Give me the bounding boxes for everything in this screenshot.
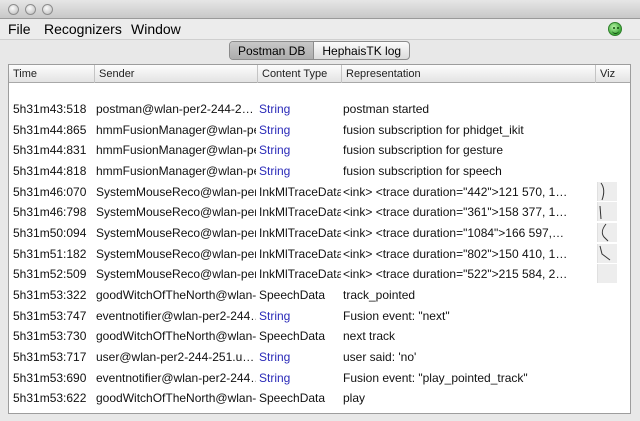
cell-representation: <ink> <trace duration="1084">166 597,… <box>343 226 565 240</box>
table-row[interactable]: 5h31m50:094 SystemMouseReco@wlan-per… In… <box>9 222 630 242</box>
table-row[interactable]: 5h31m53:690 eventnotifier@wlan-per2-244…… <box>9 367 630 387</box>
cell-sender: SystemMouseReco@wlan-per… <box>96 226 256 240</box>
cell-representation: fusion subscription for speech <box>343 164 502 178</box>
column-header-time[interactable]: Time <box>9 65 95 83</box>
tab-postman-db[interactable]: Postman DB <box>230 42 315 59</box>
menu-window[interactable]: Window <box>131 21 181 37</box>
cell-time: 5h31m53:690 <box>13 371 87 385</box>
cell-content-type: SpeechData <box>259 288 326 302</box>
cell-representation: <ink> <trace duration="802">150 410, 1… <box>343 247 568 261</box>
cell-sender: hmmFusionManager@wlan-pe… <box>96 143 256 157</box>
zoom-window-icon[interactable] <box>42 4 53 15</box>
cell-content-type: InkMlTraceData <box>259 247 341 261</box>
cell-time: 5h31m51:182 <box>13 247 87 261</box>
menu-recognizers[interactable]: Recognizers <box>44 21 122 37</box>
cell-time: 5h31m44:818 <box>13 164 87 178</box>
tab-group: Postman DB HephaisTK log <box>229 41 411 60</box>
table-row[interactable]: 5h31m52:509 SystemMouseReco@wlan-per… In… <box>9 263 630 283</box>
cell-sender: eventnotifier@wlan-per2-244… <box>96 371 256 385</box>
ink-trace-thumbnail-icon <box>597 244 617 263</box>
ink-trace-thumbnail-icon <box>597 182 617 201</box>
cell-time: 5h31m43:518 <box>13 102 87 116</box>
ink-trace-thumbnail-icon <box>597 202 617 221</box>
table-row[interactable]: 5h31m53:730 goodWitchOfTheNorth@wlan-… S… <box>9 325 630 345</box>
cell-sender: goodWitchOfTheNorth@wlan-… <box>96 288 256 302</box>
window-title-bar <box>0 0 640 19</box>
cell-content-type: InkMlTraceData <box>259 205 341 219</box>
cell-representation: play <box>343 391 366 405</box>
cell-content-type: SpeechData <box>259 391 326 405</box>
cell-time: 5h31m53:747 <box>13 309 87 323</box>
cell-content-type: String <box>259 143 291 157</box>
cell-sender: user@wlan-per2-244-251.u… <box>96 350 255 364</box>
cell-sender: eventnotifier@wlan-per2-244… <box>96 309 256 323</box>
table-row[interactable]: 5h31m44:865 hmmFusionManager@wlan-pe… St… <box>9 119 630 139</box>
cell-sender: hmmFusionManager@wlan-pe… <box>96 164 256 178</box>
ink-trace-thumbnail-icon <box>597 264 617 283</box>
cell-content-type: String <box>259 350 291 364</box>
ink-trace-thumbnail-icon <box>597 223 617 242</box>
close-window-icon[interactable] <box>8 4 19 15</box>
menu-bar: File Recognizers Window <box>0 19 640 40</box>
cell-sender: SystemMouseReco@wlan-per… <box>96 267 256 281</box>
menu-file[interactable]: File <box>8 21 31 37</box>
cell-representation: fusion subscription for phidget_ikit <box>343 123 524 137</box>
table-header: Time Sender Content Type Representation … <box>9 65 630 83</box>
cell-content-type: InkMlTraceData <box>259 226 341 240</box>
cell-representation: Fusion event: "next" <box>343 309 450 323</box>
cell-time: 5h31m46:798 <box>13 205 87 219</box>
column-header-sender[interactable]: Sender <box>95 65 258 83</box>
cell-time: 5h31m53:730 <box>13 329 87 343</box>
cell-time: 5h31m53:622 <box>13 391 87 405</box>
cell-representation: fusion subscription for gesture <box>343 143 504 157</box>
cell-representation: track_pointed <box>343 288 416 302</box>
table-row[interactable]: 5h31m53:747 eventnotifier@wlan-per2-244…… <box>9 305 630 325</box>
column-header-content-type[interactable]: Content Type <box>258 65 342 83</box>
table-row[interactable]: 5h31m51:182 SystemMouseReco@wlan-per… In… <box>9 243 630 263</box>
table-row[interactable]: 5h31m43:518 postman@wlan-per2-244-2… Str… <box>9 98 630 118</box>
table-row[interactable]: 5h31m53:622 goodWitchOfTheNorth@wlan-… S… <box>9 387 630 407</box>
cell-content-type: String <box>259 164 291 178</box>
cell-time: 5h31m44:831 <box>13 143 87 157</box>
cell-representation: Fusion event: "play_pointed_track" <box>343 371 528 385</box>
messages-table: Time Sender Content Type Representation … <box>8 64 631 414</box>
table-row[interactable]: 5h31m44:831 hmmFusionManager@wlan-pe… St… <box>9 139 630 159</box>
cell-time: 5h31m46:070 <box>13 185 87 199</box>
cell-representation: postman started <box>343 102 430 116</box>
cell-sender: goodWitchOfTheNorth@wlan-… <box>96 329 256 343</box>
column-header-viz[interactable]: Viz <box>596 65 630 83</box>
cell-sender: hmmFusionManager@wlan-pe… <box>96 123 256 137</box>
cell-representation: <ink> <trace duration="522">215 584, 2… <box>343 267 568 281</box>
cell-sender: SystemMouseReco@wlan-per… <box>96 205 256 219</box>
table-row[interactable]: 5h31m53:717 user@wlan-per2-244-251.u… St… <box>9 346 630 366</box>
cell-sender: SystemMouseReco@wlan-per… <box>96 185 256 199</box>
cell-representation: <ink> <trace duration="361">158 377, 1… <box>343 205 568 219</box>
column-header-representation[interactable]: Representation <box>342 65 596 83</box>
cell-time: 5h31m53:322 <box>13 288 87 302</box>
table-row[interactable]: 5h31m46:798 SystemMouseReco@wlan-per… In… <box>9 201 630 221</box>
cell-sender: postman@wlan-per2-244-2… <box>96 102 254 116</box>
table-row[interactable]: 5h31m44:818 hmmFusionManager@wlan-pe… St… <box>9 160 630 180</box>
cell-time: 5h31m52:509 <box>13 267 87 281</box>
cell-time: 5h31m44:865 <box>13 123 87 137</box>
cell-time: 5h31m53:717 <box>13 350 87 364</box>
cell-content-type: InkMlTraceData <box>259 267 341 281</box>
cell-content-type: String <box>259 102 291 116</box>
cell-representation: <ink> <trace duration="442">121 570, 1… <box>343 185 568 199</box>
cell-sender: SystemMouseReco@wlan-per… <box>96 247 256 261</box>
cell-representation: next track <box>343 329 396 343</box>
cell-content-type: String <box>259 371 291 385</box>
cell-content-type: InkMlTraceData <box>259 185 341 199</box>
cell-representation: user said: 'no' <box>343 350 417 364</box>
smiley-status-icon <box>608 22 622 36</box>
minimize-window-icon[interactable] <box>25 4 36 15</box>
cell-content-type: SpeechData <box>259 329 326 343</box>
table-row[interactable]: 5h31m53:322 goodWitchOfTheNorth@wlan-… S… <box>9 284 630 304</box>
cell-time: 5h31m50:094 <box>13 226 87 240</box>
cell-content-type: String <box>259 309 291 323</box>
cell-sender: goodWitchOfTheNorth@wlan-… <box>96 391 256 405</box>
table-row[interactable]: 5h31m46:070 SystemMouseReco@wlan-per… In… <box>9 181 630 201</box>
tab-hephaistk-log[interactable]: HephaisTK log <box>314 42 409 59</box>
cell-content-type: String <box>259 123 291 137</box>
